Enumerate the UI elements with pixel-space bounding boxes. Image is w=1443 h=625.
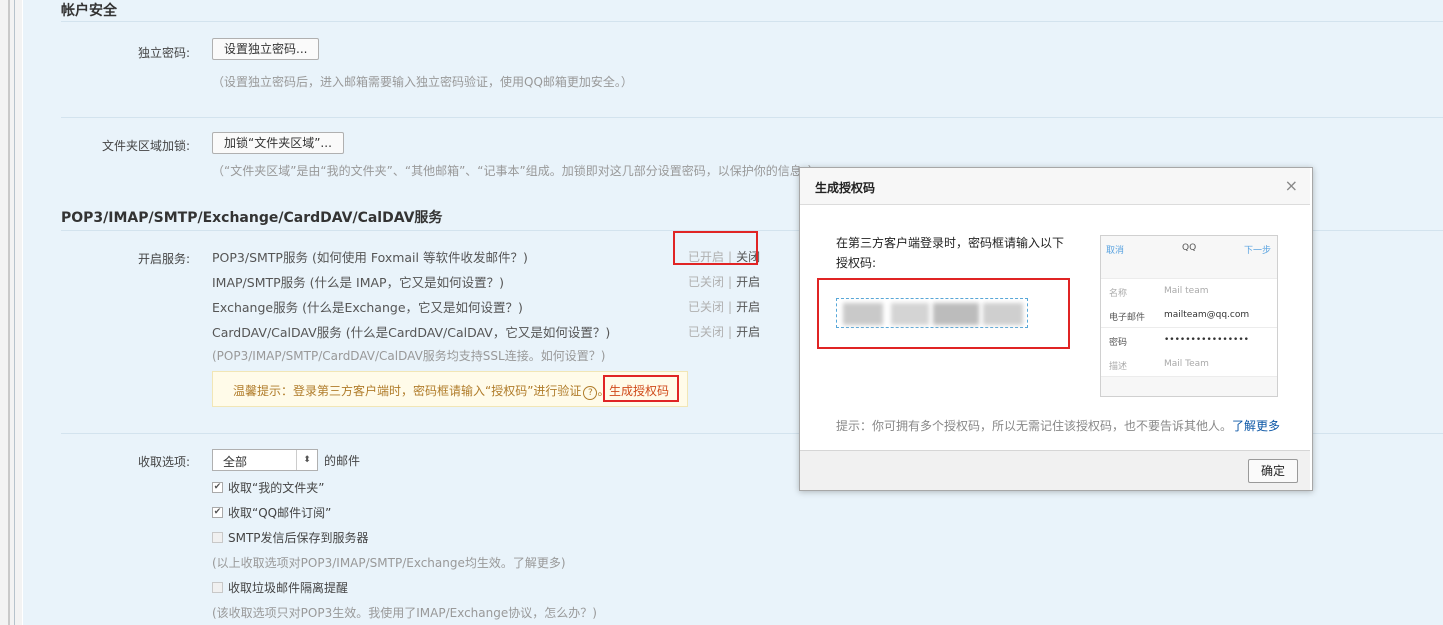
phone-row: 描述 Mail Team xyxy=(1101,352,1277,377)
service-help-link[interactable]: (什么是Exchange，它又是如何设置？) xyxy=(302,300,523,315)
service-row-carddav: CardDAV/CalDAV服务 (什么是CardDAV/CalDAV，它又是如… xyxy=(212,322,610,341)
select-arrow-icon: ⬍ xyxy=(296,450,317,470)
service-status-exchange: 已关闭 | 开启 xyxy=(688,298,760,315)
folder-lock-label: 文件夹区域加锁: xyxy=(101,139,190,153)
service-row-imap: IMAP/SMTP服务 (什么是 IMAP，它又是如何设置？) xyxy=(212,272,504,291)
ok-button[interactable]: 确定 xyxy=(1248,459,1298,483)
highlight-box xyxy=(817,278,1070,349)
left-edge-line xyxy=(14,0,15,625)
service-row-pop3: POP3/SMTP服务 (如何使用 Foxmail 等软件收发邮件？) xyxy=(212,247,528,266)
service-row-exchange: Exchange服务 (什么是Exchange，它又是如何设置？) xyxy=(212,297,523,316)
checkbox-qq-subscription[interactable]: ✔ xyxy=(212,507,223,518)
phone-row-key: 描述 xyxy=(1109,362,1128,372)
option-smtp-save-label: SMTP发信后保存到服务器 xyxy=(228,531,369,545)
generate-auth-code-dialog: 生成授权码 × 在第三方客户端登录时，密码框请输入以下 授权码: 取消 QQ 下… xyxy=(799,167,1313,491)
dialog-footer-tip: 提示：你可拥有多个授权码，所以无需记住该授权码，也不要告诉其他人。了解更多 xyxy=(836,417,1280,434)
phone-row-key: 密码 xyxy=(1109,338,1128,348)
phone-row-value: Mail Team xyxy=(1164,359,1209,369)
select-value: 全部 xyxy=(223,455,248,469)
left-edge-line xyxy=(8,0,10,625)
lock-folder-area-button[interactable]: 加锁“文件夹区域”... xyxy=(212,132,344,154)
phone-row: 名称 Mail team xyxy=(1101,278,1277,304)
divider xyxy=(61,21,1443,22)
service-name: Exchange服务 xyxy=(212,300,299,315)
service-state: 已关闭 xyxy=(688,300,725,314)
highlight-box xyxy=(603,375,679,402)
tip-text: 温馨提示：登录第三方客户端时，密码框请输入“授权码”进行验证?。 xyxy=(233,384,610,400)
dialog-header: 生成授权码 × xyxy=(800,168,1310,205)
phone-next: 下一步 xyxy=(1244,246,1272,256)
highlight-box xyxy=(673,231,758,265)
set-independent-password-button[interactable]: 设置独立密码... xyxy=(212,38,320,60)
enable-services-label: 开启服务: xyxy=(137,252,190,266)
phone-preview-image: 取消 QQ 下一步 名称 Mail team 电子邮件 mailteam@qq.… xyxy=(1100,235,1278,397)
separator: | xyxy=(728,300,733,314)
services-title: POP3/IMAP/SMTP/Exchange/CardDAV/CalDAV服务 xyxy=(61,210,443,226)
receive-suffix: 的邮件 xyxy=(324,454,361,468)
divider xyxy=(61,117,1443,118)
service-help-link[interactable]: (如何使用 Foxmail 等软件收发邮件？) xyxy=(312,250,528,265)
phone-cancel: 取消 xyxy=(1106,246,1125,256)
service-status-carddav: 已关闭 | 开启 xyxy=(688,323,760,340)
phone-row-value: Mail team xyxy=(1164,286,1209,296)
separator: | xyxy=(728,275,733,289)
learn-more-link[interactable]: 了解更多 xyxy=(1232,419,1280,433)
service-status-imap: 已关闭 | 开启 xyxy=(688,273,760,290)
checkbox-smtp-save[interactable] xyxy=(212,532,223,543)
close-icon[interactable]: × xyxy=(1285,176,1298,195)
dialog-intro-line1: 在第三方客户端登录时，密码框请输入以下 xyxy=(836,236,1065,250)
independent-password-label: 独立密码: xyxy=(137,46,190,60)
checkbox-my-folders[interactable]: ✔ xyxy=(212,482,223,493)
ssl-hint: (POP3/IMAP/SMTP/CardDAV/CalDAV服务均支持SSL连接… xyxy=(212,349,606,363)
service-toggle-link[interactable]: 开启 xyxy=(736,300,760,314)
option-qq-subscription-label: 收取“QQ邮件订阅” xyxy=(228,506,332,520)
receive-options-label: 收取选项: xyxy=(137,455,190,469)
footer-tip-text: 提示：你可拥有多个授权码，所以无需记住该授权码，也不要告诉其他人。 xyxy=(836,419,1233,433)
dialog-intro-line2: 授权码: xyxy=(836,256,877,270)
tip-message: 温馨提示：登录第三方客户端时，密码框请输入“授权码”进行验证 xyxy=(233,384,582,398)
phone-title: QQ xyxy=(1182,243,1197,253)
phone-row-value: •••••••••••••••• xyxy=(1164,335,1249,345)
receive-hint: (以上收取选项对POP3/IMAP/SMTP/Exchange均生效。了解更多) xyxy=(212,556,566,570)
service-name: IMAP/SMTP服务 xyxy=(212,275,306,290)
service-toggle-link[interactable]: 开启 xyxy=(736,275,760,289)
folder-lock-hint: （“文件夹区域”是由“我的文件夹”、“其他邮箱”、“记事本”组成。加锁即对这几部… xyxy=(212,164,820,178)
option-spam-reminder-label: 收取垃圾邮件隔离提醒 xyxy=(228,581,349,595)
phone-row-key: 名称 xyxy=(1109,289,1128,299)
service-name: CardDAV/CalDAV服务 xyxy=(212,325,342,340)
left-edge xyxy=(0,0,22,625)
phone-row-value: mailteam@qq.com xyxy=(1164,310,1250,320)
pop3-only-hint: (该收取选项只对POP3生效。我使用了IMAP/Exchange协议，怎么办？) xyxy=(212,606,597,620)
phone-row: 电子邮件 mailteam@qq.com xyxy=(1101,303,1277,328)
separator: | xyxy=(728,325,733,339)
dialog-footer: 确定 xyxy=(800,450,1310,490)
service-state: 已关闭 xyxy=(688,275,725,289)
service-help-link[interactable]: (什么是CardDAV/CalDAV，它又是如何设置？) xyxy=(346,325,610,340)
receive-scope-select[interactable]: 全部 ⬍ xyxy=(212,449,318,471)
checkbox-spam-reminder[interactable] xyxy=(212,582,223,593)
help-circle-icon[interactable]: ? xyxy=(583,386,598,400)
service-help-link[interactable]: (什么是 IMAP，它又是如何设置？) xyxy=(310,275,504,290)
account-security-title: 帐户安全 xyxy=(61,3,117,19)
option-my-folders-label: 收取“我的文件夹” xyxy=(228,481,325,495)
phone-row-key: 电子邮件 xyxy=(1109,313,1146,323)
dialog-title: 生成授权码 xyxy=(815,181,876,195)
independent-password-hint: （设置独立密码后，进入邮箱需要输入独立密码验证，使用QQ邮箱更加安全。） xyxy=(212,75,633,89)
phone-row: 密码 •••••••••••••••• xyxy=(1101,328,1277,353)
service-name: POP3/SMTP服务 xyxy=(212,250,308,265)
service-state: 已关闭 xyxy=(688,325,725,339)
service-toggle-link[interactable]: 开启 xyxy=(736,325,760,339)
